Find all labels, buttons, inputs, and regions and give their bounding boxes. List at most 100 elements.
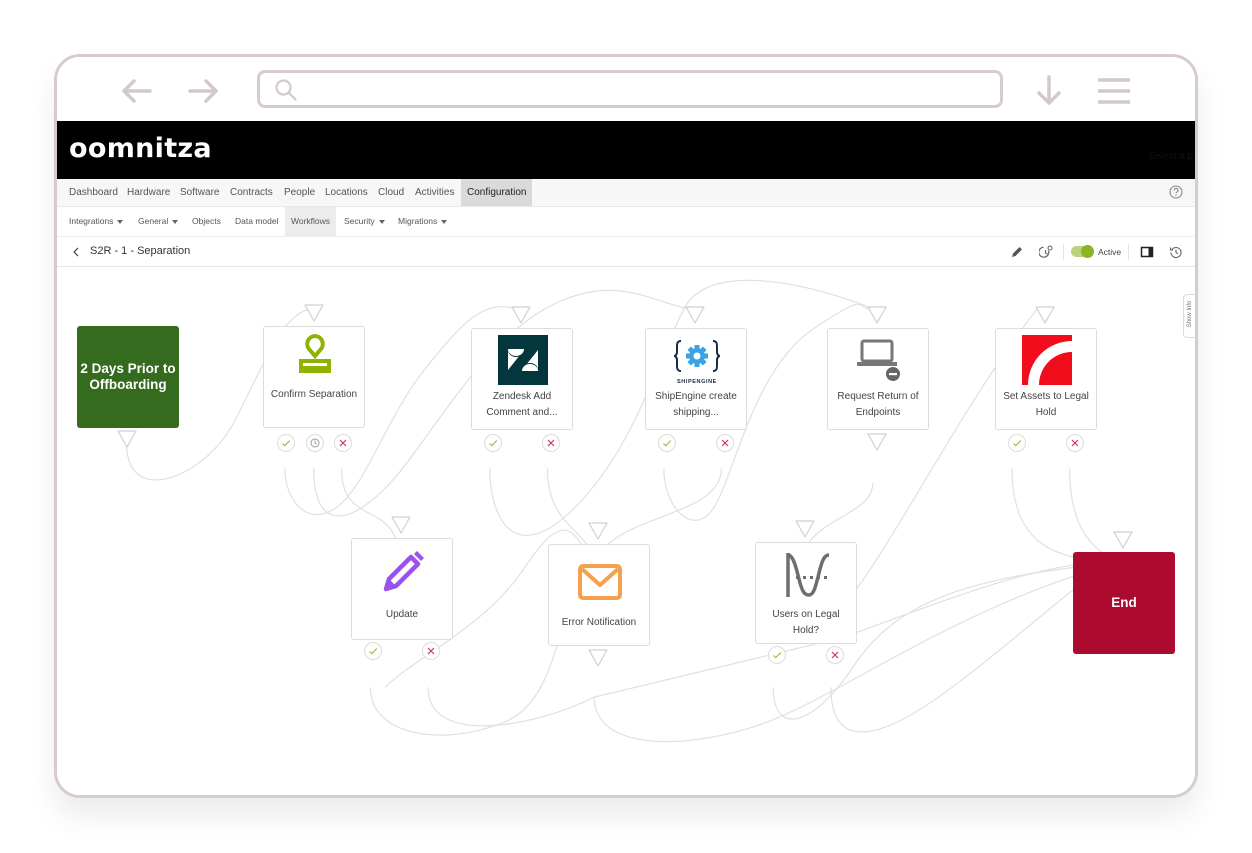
node-shipengine-create-shipping[interactable]: SHIPENGINE ShipEngine create shipping... [645,328,747,430]
schedule-settings-icon[interactable] [1039,245,1053,259]
chevron-left-icon[interactable] [71,246,81,258]
nav-software[interactable]: Software [174,179,225,206]
hamburger-menu-icon[interactable] [1095,73,1131,109]
subnav-migrations[interactable]: Migrations [392,207,453,236]
node-request-return-endpoints[interactable]: Request Return of Endpoints [827,328,929,430]
timeout-outcome-badge[interactable] [306,434,324,452]
toolbar-divider [1063,244,1064,260]
workflow-canvas[interactable]: Show Info 2 Days Prior to Offboarding Co… [57,268,1195,795]
failure-outcome-badge[interactable] [716,434,734,452]
search-icon [275,79,297,101]
input-port-triangle-icon[interactable] [510,305,532,325]
caret-down-icon [117,219,124,224]
main-navigation: Dashboard Hardware Software Contracts Pe… [57,179,1195,207]
arrow-down-icon[interactable] [1031,73,1067,109]
edge-legalhold-failure [1069,468,1118,564]
check-icon [663,440,672,447]
node-zendesk-add-comment[interactable]: Zendesk Add Comment and... [471,328,573,430]
nav-locations[interactable]: Locations [319,179,374,206]
success-outcome-badge[interactable] [484,434,502,452]
legal-hold-logo-icon [1022,335,1072,385]
node-start-trigger[interactable]: 2 Days Prior to Offboarding [77,326,179,428]
subnav-workflows[interactable]: Workflows [285,207,337,236]
node-error-notification[interactable]: Error Notification [548,544,650,646]
success-outcome-badge[interactable] [364,642,382,660]
check-icon [369,648,378,655]
input-port-triangle-icon[interactable] [1112,530,1134,550]
address-bar[interactable] [257,70,1003,108]
node-users-on-legal-hold[interactable]: Users on Legal Hold? [755,542,857,644]
clock-icon [310,438,320,448]
show-info-tab[interactable]: Show Info [1183,294,1195,338]
failure-outcome-badge[interactable] [334,434,352,452]
failure-outcome-badge[interactable] [542,434,560,452]
toggle-knob [1081,245,1094,258]
output-port-triangle-icon[interactable] [116,429,138,449]
node-set-assets-legal-hold[interactable]: Set Assets to Legal Hold [995,328,1097,430]
browser-toolbar [57,57,1195,121]
arrow-right-icon[interactable] [185,73,221,109]
subnav-security[interactable]: Security [338,207,391,236]
input-port-triangle-icon[interactable] [684,305,706,325]
check-icon [489,440,498,447]
node-confirm-separation[interactable]: Confirm Separation [263,326,365,428]
failure-outcome-badge[interactable] [1066,434,1084,452]
nav-hardware[interactable]: Hardware [121,179,176,206]
output-port-triangle-icon[interactable] [587,648,609,668]
shipengine-logo-caption: SHIPENGINE [677,379,717,385]
success-outcome-badge[interactable] [1008,434,1026,452]
side-panel-icon[interactable] [1140,245,1154,259]
caret-down-icon [441,219,448,224]
pencil-icon [383,551,424,592]
laptop-remove-icon [857,339,900,381]
header-hint-text: Select a p [1148,151,1193,162]
check-icon [282,440,291,447]
caret-down-icon [172,219,179,224]
success-outcome-badge[interactable] [658,434,676,452]
url-input[interactable] [308,77,988,101]
failure-outcome-badge[interactable] [422,642,440,660]
node-update[interactable]: Update [351,538,453,640]
node-end[interactable]: End [1073,552,1175,654]
shipengine-logo-icon: SHIPENGINE [673,340,721,385]
check-icon [773,652,782,659]
nav-dashboard[interactable]: Dashboard [63,179,124,206]
subnav-objects[interactable]: Objects [186,207,227,236]
subnav-general[interactable]: General [132,207,184,236]
zendesk-logo-icon [498,335,548,385]
nav-people[interactable]: People [278,179,321,206]
x-icon [339,439,347,447]
active-status-label: Active [1098,247,1122,257]
input-port-triangle-icon[interactable] [866,305,888,325]
arrow-left-icon[interactable] [119,73,155,109]
toolbar-divider [1128,244,1129,260]
nav-activities[interactable]: Activities [409,179,460,206]
envelope-icon [578,564,622,600]
subnav-integrations[interactable]: Integrations [63,207,129,236]
caret-down-icon [378,219,385,224]
oomnitza-logo[interactable]: oomnitza [69,133,212,164]
history-icon[interactable] [1169,245,1183,259]
x-icon [427,647,435,655]
help-circle-icon[interactable] [1169,185,1183,199]
pencil-icon[interactable] [1010,245,1024,259]
success-outcome-badge[interactable] [768,646,786,664]
condition-curve-icon [786,553,830,597]
output-port-triangle-icon[interactable] [866,432,888,452]
configuration-subnav: Integrations General Objects Data model … [57,207,1195,237]
input-port-triangle-icon[interactable] [587,521,609,541]
input-port-triangle-icon[interactable] [794,519,816,539]
failure-outcome-badge[interactable] [826,646,844,664]
nav-cloud[interactable]: Cloud [372,179,410,206]
app-header: oomnitza Select a p [57,121,1195,179]
check-icon [1013,440,1022,447]
subnav-data-model[interactable]: Data model [229,207,284,236]
input-port-triangle-icon[interactable] [390,515,412,535]
workflow-title: S2R - 1 - Separation [90,245,191,257]
nav-contracts[interactable]: Contracts [224,179,279,206]
success-outcome-badge[interactable] [277,434,295,452]
active-toggle[interactable] [1071,245,1094,258]
nav-configuration[interactable]: Configuration [461,179,533,206]
input-port-triangle-icon[interactable] [303,303,325,323]
input-port-triangle-icon[interactable] [1034,305,1056,325]
